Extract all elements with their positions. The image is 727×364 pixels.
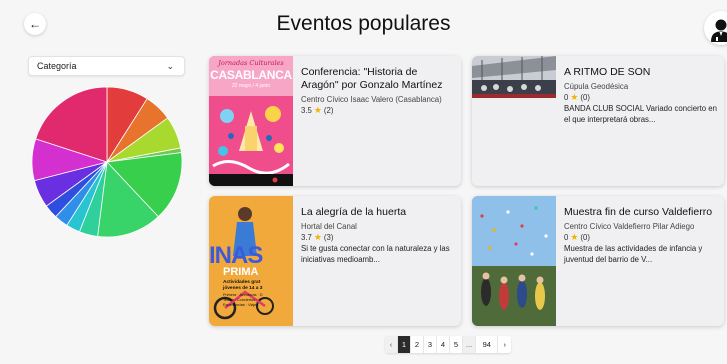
event-rating: 3.7 ★ (3) <box>301 232 455 243</box>
user-button[interactable] <box>704 11 727 45</box>
star-icon: ★ <box>313 232 322 242</box>
poster-line-4: jóvenes de 14 a 3 <box>223 286 263 291</box>
rating-value: 3.7 <box>301 233 312 242</box>
event-location: Centro Cívico Valdefierro Pilar Adiego <box>564 222 695 231</box>
event-title: A RITMO DE SON <box>564 66 651 78</box>
event-description: Si te gusta conectar con la naturaleza y… <box>301 244 450 264</box>
event-poster-image: INAS PRIMA Actividades grat jóvenes de 1… <box>209 196 293 326</box>
event-card[interactable]: INAS PRIMA Actividades grat jóvenes de 1… <box>209 196 461 326</box>
page-button-1[interactable]: 1 <box>398 336 411 353</box>
poster-line-2: PRIMA <box>223 266 259 278</box>
prev-page-button[interactable]: ‹ <box>385 336 398 353</box>
rating-count: (0) <box>580 233 590 242</box>
poster-line-2: CASABLANCA <box>210 68 292 82</box>
category-pie-chart[interactable] <box>31 86 183 238</box>
user-icon <box>711 19 727 42</box>
event-title: Muestra fin de curso Valdefierro <box>564 206 713 218</box>
poster-line-1: INAS <box>209 242 263 269</box>
event-photo-image <box>472 196 556 326</box>
rating-value: 0 <box>564 93 569 102</box>
event-poster-image: Jornadas Culturales CASABLANCA 22 mayo /… <box>209 56 293 186</box>
page-button-3[interactable]: 3 <box>424 336 437 353</box>
page-button-2[interactable]: 2 <box>411 336 424 353</box>
rating-value: 3.5 <box>301 106 312 115</box>
event-location: Centro Cívico Isaac Valero (Casablanca) <box>301 95 442 104</box>
category-select[interactable]: Categoría ⌄ <box>28 56 185 76</box>
page: ← Eventos populares Categoría ⌄ Jornadas… <box>0 0 727 364</box>
rating-count: (2) <box>323 106 334 115</box>
page-ellipsis: ... <box>463 336 477 353</box>
next-page-button[interactable]: › <box>498 336 511 353</box>
event-title: La alegría de la huerta <box>301 206 407 218</box>
category-select-value: Categoría <box>37 61 77 71</box>
event-card[interactable]: A RITMO DE SON Cúpula Geodésica 0 ★ (0) … <box>472 56 724 186</box>
page-title: Eventos populares <box>276 12 451 35</box>
event-title: Conferencia: "Historia de Aragón" por Go… <box>301 66 443 91</box>
poster-line-1: Jornadas Culturales <box>218 59 284 67</box>
event-info: Muestra fin de curso Valdefierro Centro … <box>564 206 718 265</box>
rating-value: 0 <box>564 233 569 242</box>
event-location: Cúpula Geodésica <box>564 82 629 91</box>
event-rating: 3.5 ★ (2) <box>301 105 455 116</box>
poster-line-3: 22 mayo / 4 junio <box>231 83 271 89</box>
star-icon: ★ <box>570 92 579 102</box>
rating-count: (3) <box>323 233 334 242</box>
chevron-down-icon: ⌄ <box>166 61 174 71</box>
event-description: Muestra de las actividades de infancia y… <box>564 244 703 264</box>
pagination: ‹ 1 2 3 4 5 ... 94 › <box>385 336 512 353</box>
event-card[interactable]: Muestra fin de curso Valdefierro Centro … <box>472 196 724 326</box>
event-rating: 0 ★ (0) <box>564 92 718 103</box>
page-button-4[interactable]: 4 <box>437 336 450 353</box>
star-icon: ★ <box>313 105 322 115</box>
event-info: La alegría de la huerta Hortal del Canal… <box>301 206 455 265</box>
event-info: A RITMO DE SON Cúpula Geodésica 0 ★ (0) … <box>564 66 718 125</box>
event-description: BANDA CLUB SOCIAL Variado concierto en e… <box>564 104 717 124</box>
event-info: Conferencia: "Historia de Aragón" por Go… <box>301 66 455 116</box>
event-card[interactable]: Jornadas Culturales CASABLANCA 22 mayo /… <box>209 56 461 186</box>
event-photo-image <box>472 56 556 186</box>
event-location: Hortal del Canal <box>301 222 357 231</box>
star-icon: ★ <box>570 232 579 242</box>
event-rating: 0 ★ (0) <box>564 232 718 243</box>
poster-line-7: Experiencias · Viajes <box>223 303 259 307</box>
rating-count: (0) <box>580 93 590 102</box>
page-button-5[interactable]: 5 <box>450 336 463 353</box>
page-button-94[interactable]: 94 <box>476 336 499 353</box>
